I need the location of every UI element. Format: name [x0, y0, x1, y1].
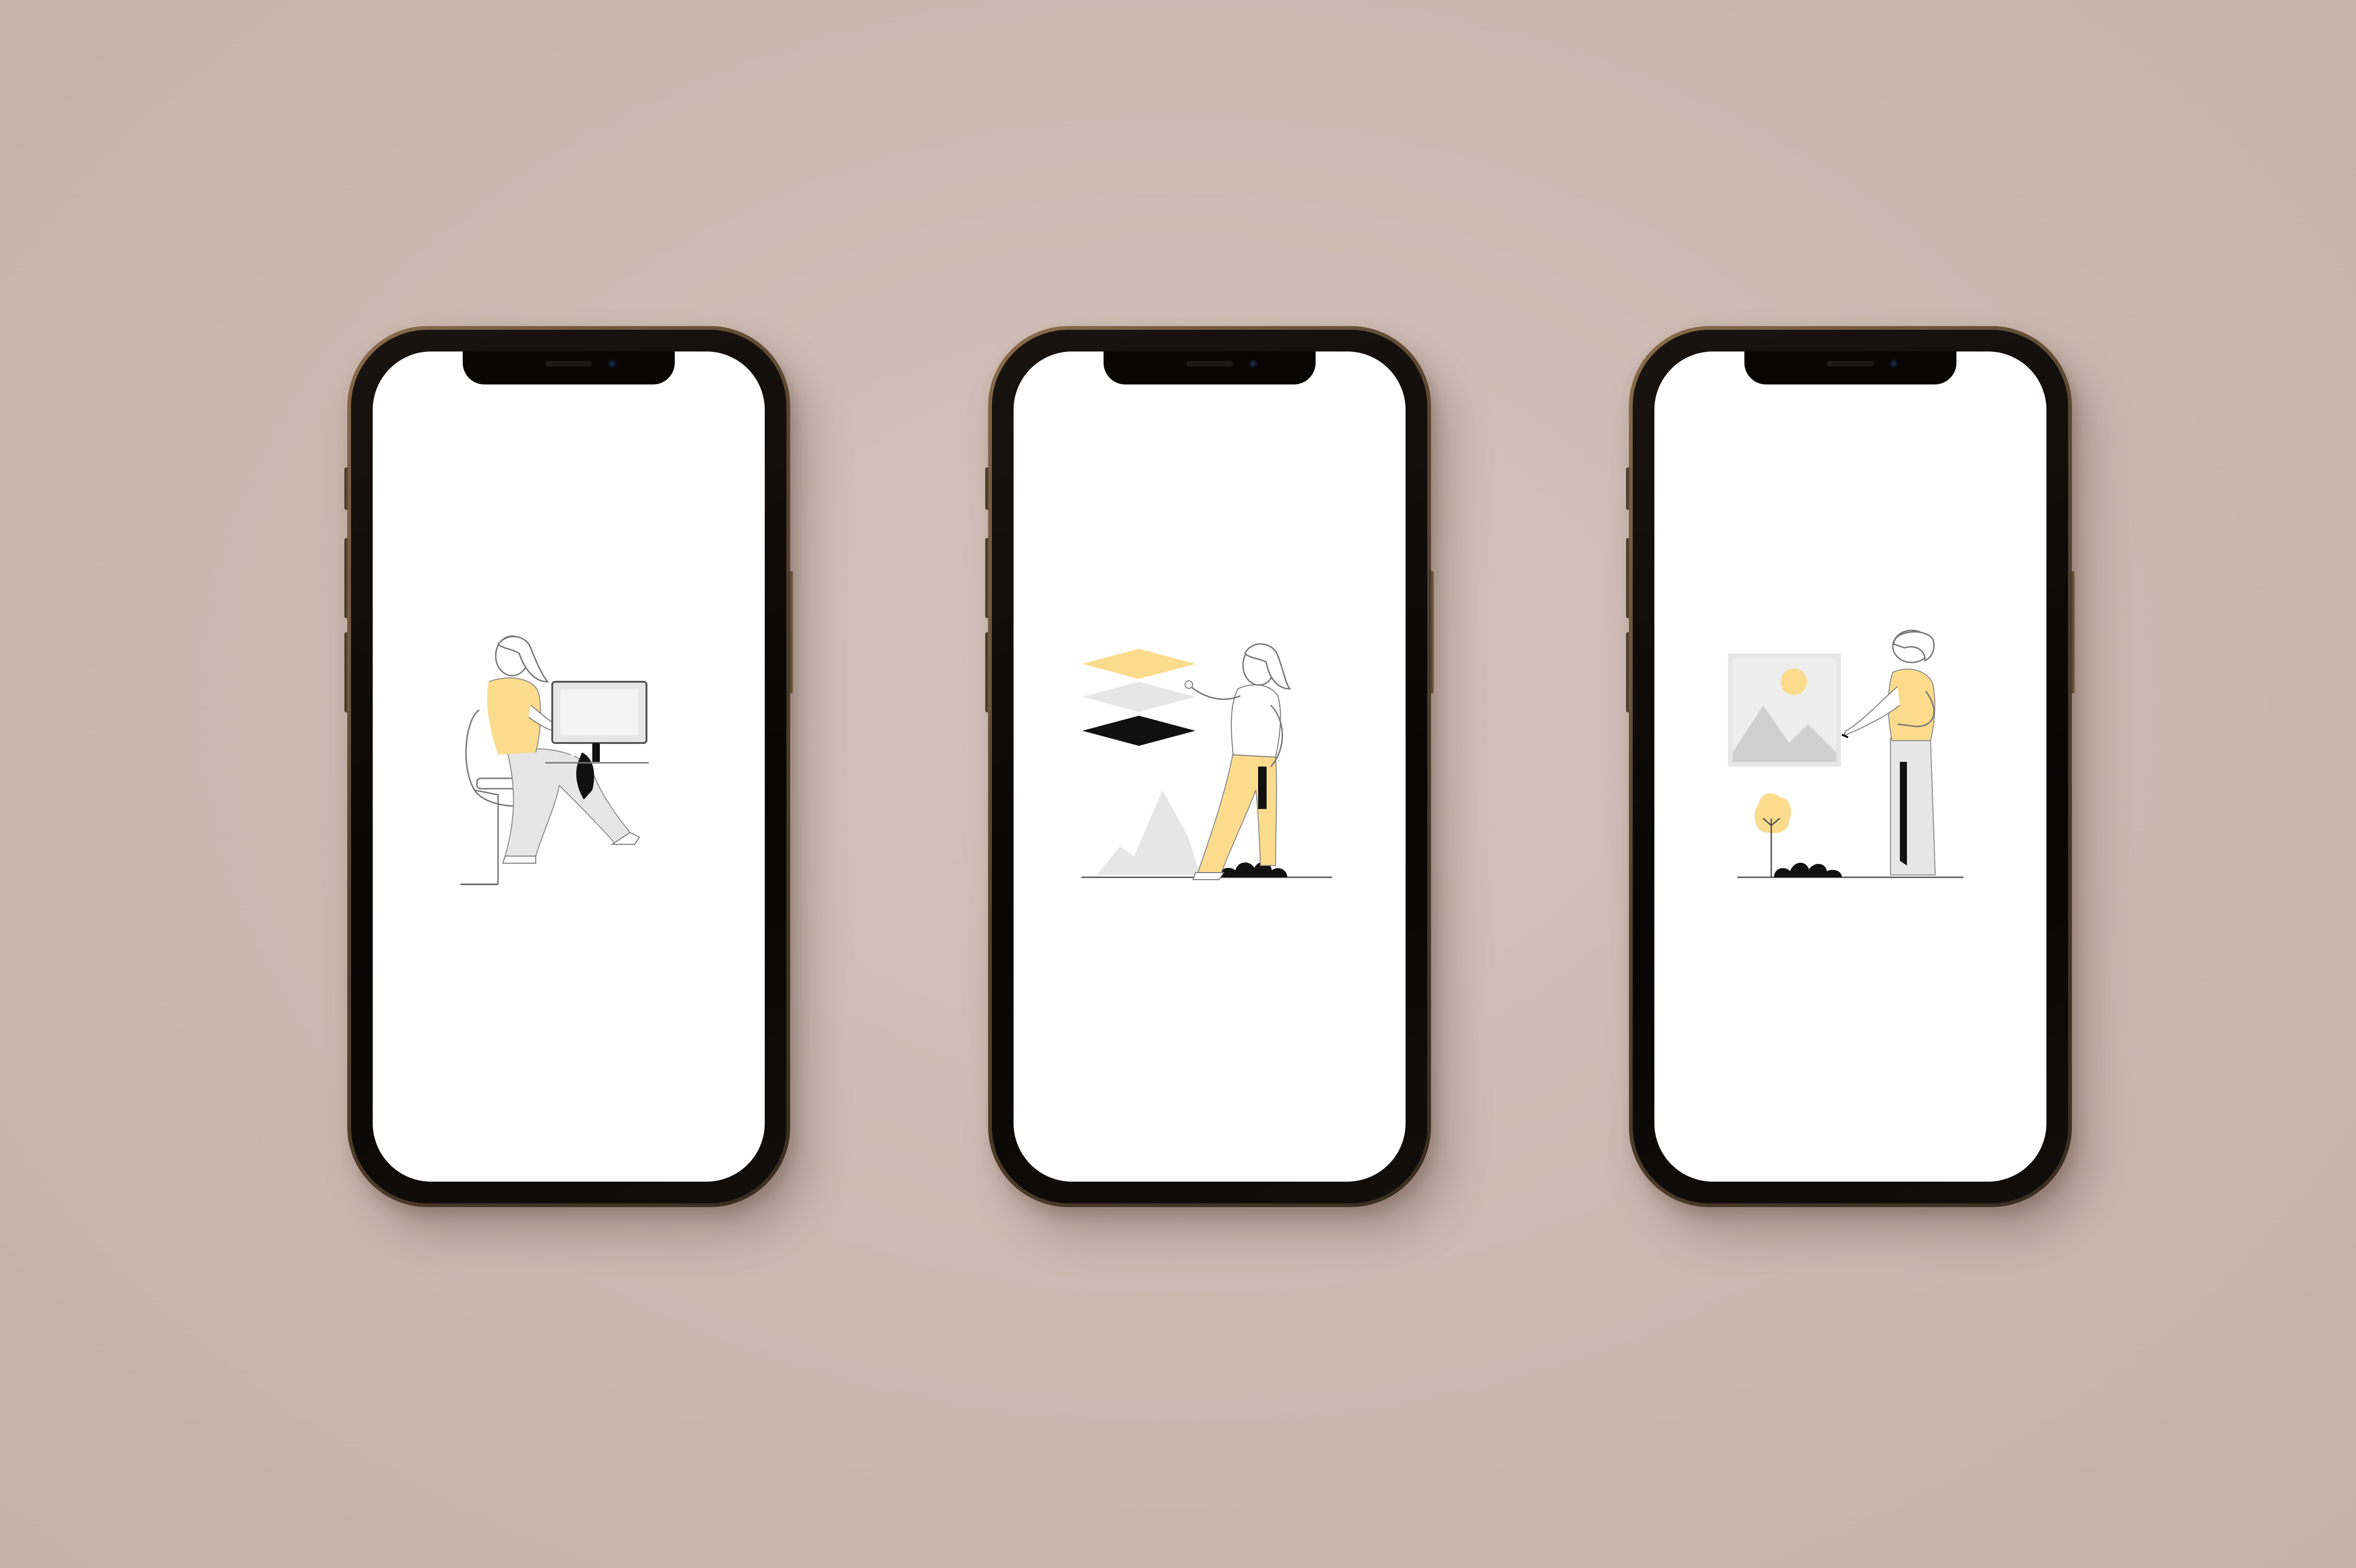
power-button: [1429, 571, 1434, 694]
volume-down-button: [985, 632, 990, 712]
notch: [463, 351, 675, 384]
phone-screen: [1654, 351, 2046, 1182]
person-with-layers-icon: [1081, 643, 1332, 880]
speaker-grille: [1186, 361, 1233, 367]
front-camera: [1890, 359, 1898, 368]
phone-screen: [373, 351, 765, 1182]
phone-bezel: [992, 330, 1427, 1203]
volume-up-button: [344, 538, 349, 618]
speaker-grille: [1827, 361, 1874, 367]
mute-switch: [1626, 467, 1631, 510]
speaker-grille: [545, 361, 592, 367]
volume-down-button: [344, 632, 349, 712]
front-camera: [1249, 359, 1257, 368]
volume-down-button: [1626, 632, 1631, 712]
power-button: [2070, 571, 2075, 694]
mockup-scene: [0, 0, 2356, 1568]
person-at-desk-icon: [460, 635, 649, 885]
mute-switch: [344, 467, 349, 510]
phone-bezel: [351, 330, 786, 1203]
volume-up-button: [985, 538, 990, 618]
notch: [1104, 351, 1316, 384]
mute-switch: [985, 467, 990, 510]
phone-2: [985, 326, 1434, 1207]
phone-1: [344, 326, 793, 1207]
person-with-picture-icon: [1728, 629, 1963, 878]
front-camera: [608, 359, 616, 368]
phone-screen: [1014, 351, 1406, 1182]
notch: [1744, 351, 1956, 384]
power-button: [788, 571, 793, 694]
phone-bezel: [1633, 330, 2068, 1203]
volume-up-button: [1626, 538, 1631, 618]
phone-3: [1626, 326, 2075, 1207]
